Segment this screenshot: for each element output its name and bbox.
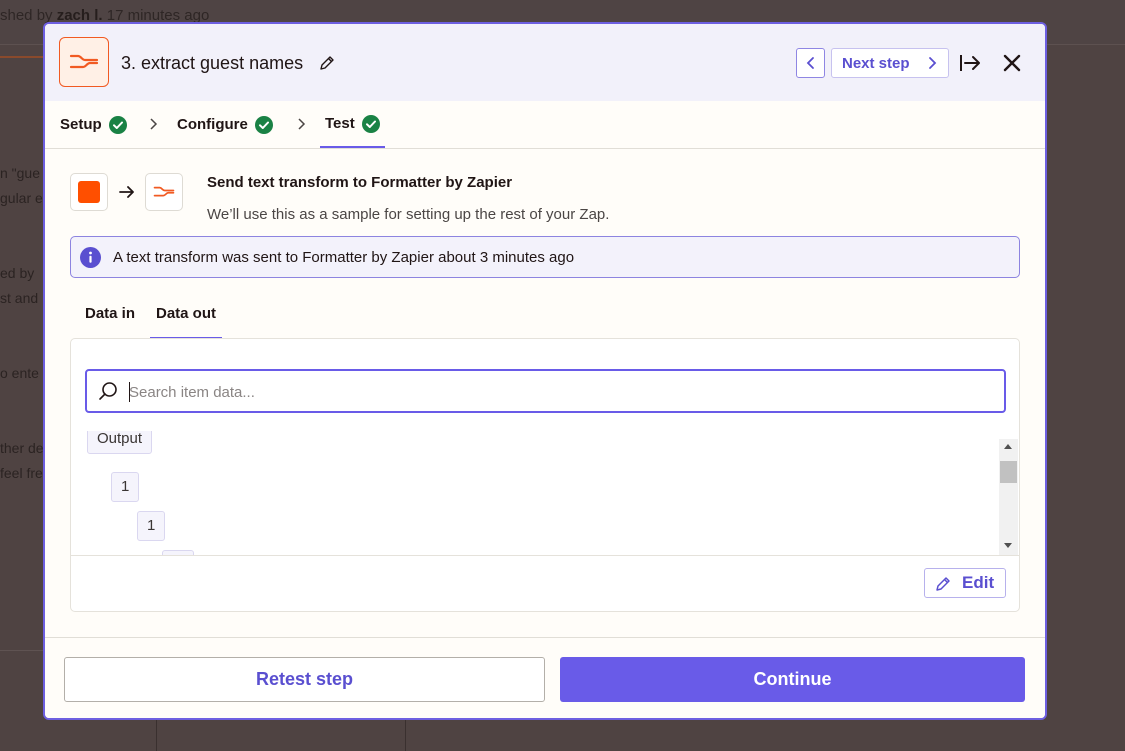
panel-divider [71, 555, 1019, 556]
collapse-panel-icon[interactable] [959, 51, 983, 75]
edit-label: Edit [962, 573, 995, 592]
step-modal: 3. extract guest names Next step Setup C… [43, 22, 1047, 720]
tab-configure[interactable]: Configure [177, 101, 273, 148]
background-text: ther de [0, 440, 44, 456]
info-icon [80, 247, 101, 268]
edit-button[interactable]: Edit [924, 568, 1006, 598]
check-circle-icon [254, 115, 273, 134]
background-text: feel fre [0, 465, 43, 481]
tree-node[interactable]: 1 [111, 472, 140, 502]
background-text: gular e [0, 190, 43, 206]
scroll-thumb[interactable] [1000, 461, 1017, 483]
background-accent-line [0, 56, 44, 58]
tab-setup[interactable]: Setup [60, 101, 127, 148]
chevron-right-icon [150, 118, 158, 130]
step-title: 3. extract guest names [121, 53, 304, 73]
background-text: n "gue [0, 165, 41, 181]
formatter-app-icon [59, 37, 109, 87]
modal-footer: Retest step Continue [45, 637, 1045, 718]
data-output-panel: Output 1 1 Edit [70, 338, 1020, 612]
check-circle-icon [108, 115, 127, 134]
pencil-icon [936, 577, 950, 591]
next-step-label: Next step [842, 54, 910, 72]
tab-data-in[interactable]: Data in [79, 303, 141, 339]
tab-label: Configure [177, 116, 248, 133]
tab-label: Setup [60, 116, 102, 133]
next-step-button[interactable]: Next step [831, 48, 949, 78]
previous-step-button[interactable] [796, 48, 825, 78]
info-text: A text transform was sent to Formatter b… [113, 249, 575, 266]
chevron-right-icon [298, 118, 306, 130]
test-title: Send text transform to Formatter by Zapi… [207, 174, 513, 191]
text-caret [129, 382, 130, 402]
output-tree: Output 1 1 [71, 431, 1019, 555]
scroll-down-arrow-icon[interactable] [1004, 543, 1012, 548]
scroll-up-arrow-icon[interactable] [1004, 444, 1012, 449]
chevron-right-icon [929, 57, 937, 69]
test-subtitle: We’ll use this as a sample for setting u… [207, 206, 610, 223]
tab-data-out[interactable]: Data out [150, 303, 222, 339]
background-text: ed by [0, 265, 35, 281]
info-banner: A text transform was sent to Formatter b… [70, 236, 1020, 278]
background-panel [0, 650, 44, 751]
output-scrollbar[interactable] [999, 439, 1018, 555]
search-box[interactable] [85, 369, 1006, 413]
search-input[interactable] [129, 381, 989, 403]
continue-button[interactable]: Continue [560, 657, 1025, 702]
step-tabs: Setup Configure Test [45, 101, 1045, 149]
arrow-right-icon [119, 186, 134, 198]
background-text: o ente [0, 365, 39, 381]
check-circle-icon [361, 114, 380, 133]
modal-header: 3. extract guest names Next step [45, 24, 1045, 101]
pencil-icon[interactable] [318, 54, 336, 72]
search-icon [99, 382, 117, 400]
retest-step-button[interactable]: Retest step [64, 657, 545, 702]
tree-node[interactable]: 1 [137, 511, 166, 541]
formatter-app-icon [145, 173, 183, 211]
close-icon[interactable] [1000, 51, 1024, 75]
tree-node[interactable]: Output [87, 431, 153, 454]
background-text: st and [0, 290, 39, 306]
tab-test[interactable]: Test [320, 101, 385, 148]
chevron-left-icon [806, 57, 814, 69]
trigger-app-icon [70, 173, 108, 211]
background-divider [405, 719, 406, 751]
background-divider [156, 719, 157, 751]
tab-label: Test [325, 115, 355, 132]
